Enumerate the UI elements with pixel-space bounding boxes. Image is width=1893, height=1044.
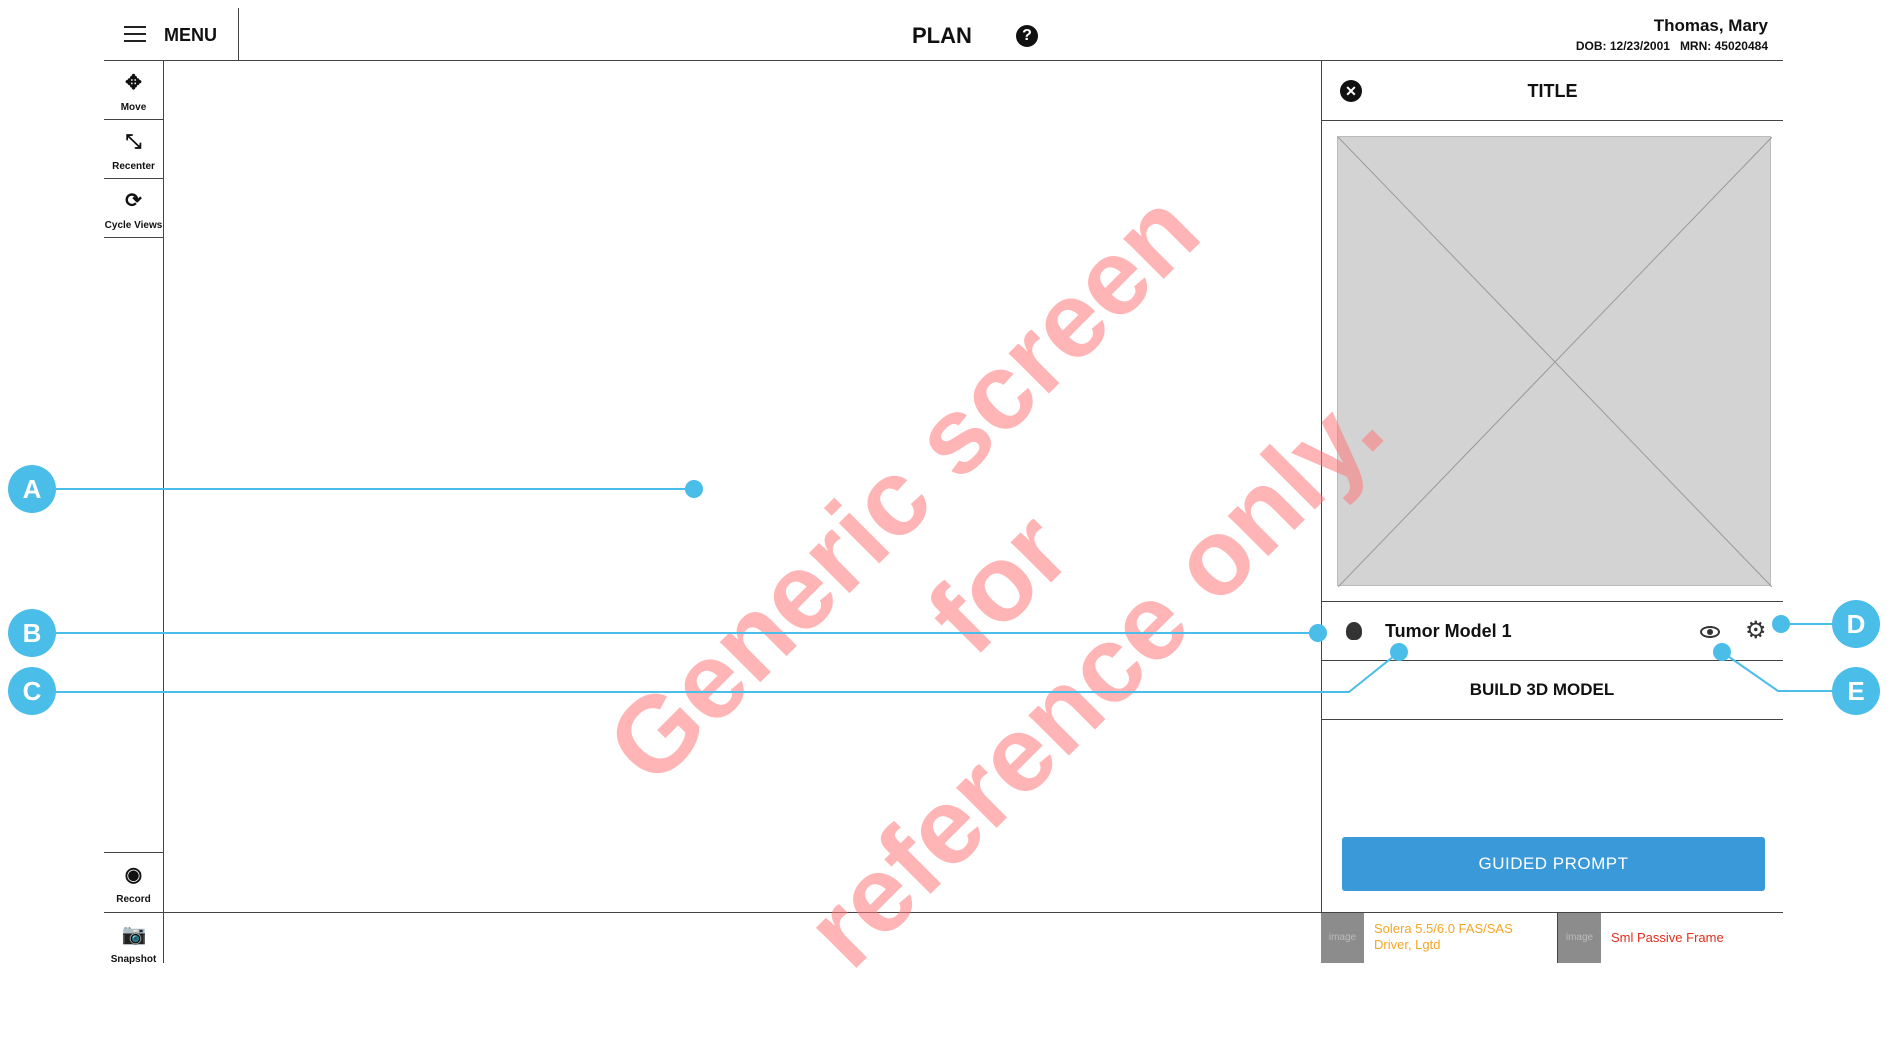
annotation-lines — [56, 480, 1832, 693]
annotation-dot-b — [1309, 624, 1327, 642]
annotation-line-e — [1721, 651, 1832, 692]
callout-b: B — [8, 609, 56, 657]
annotation-line-c — [56, 651, 1400, 693]
callout-a: A — [8, 465, 56, 513]
callout-d: D — [1832, 600, 1880, 648]
callout-c: C — [8, 667, 56, 715]
annotation-dot-e — [1713, 643, 1731, 661]
callout-e: E — [1832, 667, 1880, 715]
annotation-dot-c — [1390, 643, 1408, 661]
annotation-dot-d — [1772, 615, 1790, 633]
annotation-dot-a — [685, 480, 703, 498]
